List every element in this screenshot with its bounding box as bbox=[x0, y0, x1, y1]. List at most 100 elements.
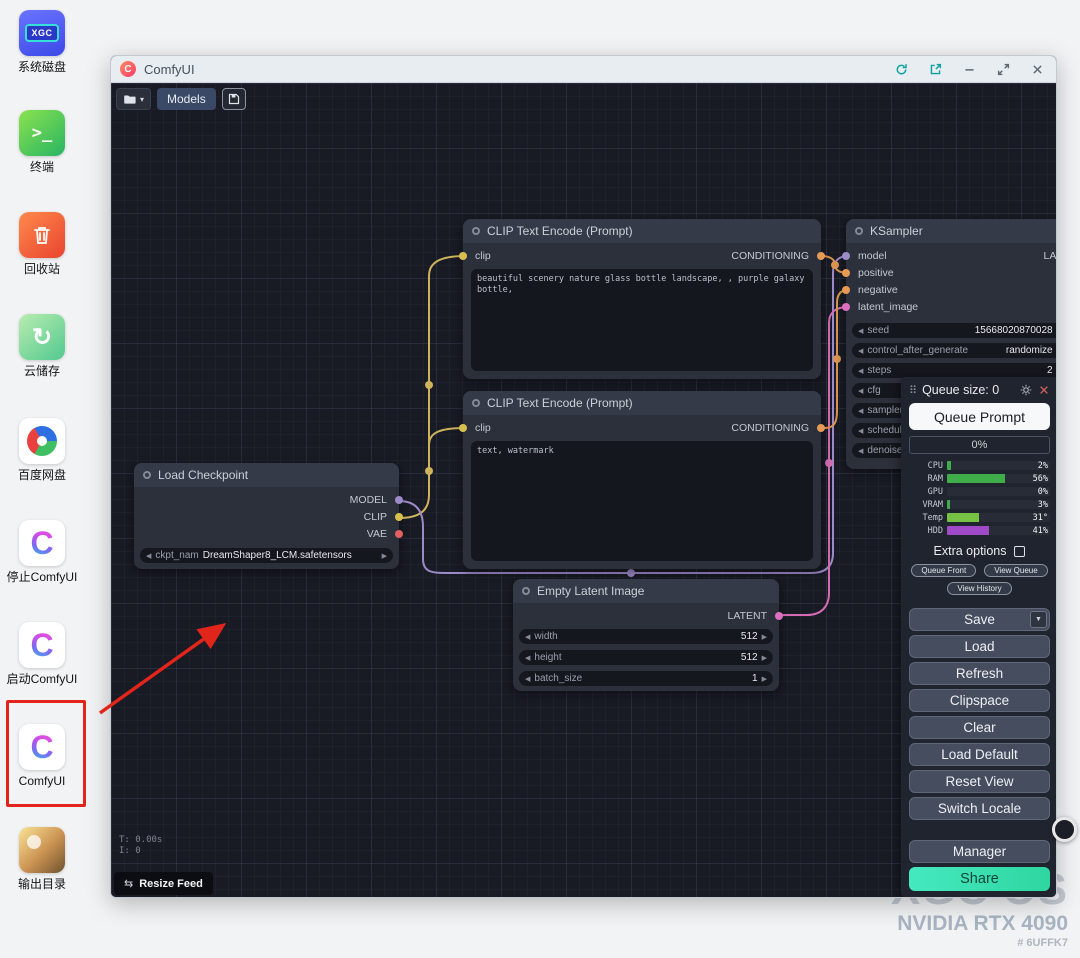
ckpt-name-widget[interactable]: ◀ ckpt_nam DreamShaper8_LCM.safetensors … bbox=[140, 548, 393, 563]
collapse-dot[interactable] bbox=[522, 587, 530, 595]
prev-arrow-icon[interactable]: ◀ bbox=[858, 407, 863, 415]
latent-image-input-socket[interactable] bbox=[842, 303, 850, 311]
node-header[interactable]: Empty Latent Image bbox=[513, 579, 779, 603]
desktop: XGC 系统磁盘 >_ 终端 回收站 ↻ 云储存 百度网盘 C 停止ComfyU… bbox=[0, 0, 1080, 958]
desktop-icon-recycle-bin[interactable]: 回收站 bbox=[0, 212, 84, 276]
refresh-icon[interactable] bbox=[894, 62, 908, 76]
latent-output-socket[interactable] bbox=[775, 612, 783, 620]
prompt-textarea[interactable]: text, watermark bbox=[471, 441, 813, 561]
load-default-button[interactable]: Load Default bbox=[909, 743, 1050, 766]
save-dropdown-caret[interactable]: ▼ bbox=[1030, 611, 1047, 628]
conditioning-output-socket[interactable] bbox=[817, 424, 825, 432]
prev-arrow-icon[interactable]: ◀ bbox=[858, 427, 863, 435]
desktop-icon-cloud-storage[interactable]: ↻ 云储存 bbox=[0, 314, 84, 378]
view-queue-button[interactable]: View Queue bbox=[984, 564, 1047, 577]
collapse-dot[interactable] bbox=[472, 227, 480, 235]
manager-button[interactable]: Manager bbox=[909, 840, 1050, 863]
desktop-icon-stop-comfyui[interactable]: C 停止ComfyUI bbox=[0, 520, 84, 584]
gear-icon[interactable] bbox=[1019, 384, 1032, 397]
queue-prompt-button[interactable]: Queue Prompt bbox=[909, 403, 1050, 430]
workflow-folder-button[interactable]: ▾ bbox=[116, 88, 151, 110]
node-clip-text-encode-negative[interactable]: CLIP Text Encode (Prompt) clip CONDITION… bbox=[463, 391, 821, 569]
window-titlebar[interactable]: C ComfyUI bbox=[111, 56, 1056, 83]
refresh-button[interactable]: Refresh bbox=[909, 662, 1050, 685]
model-output-socket[interactable] bbox=[395, 496, 403, 504]
desktop-icon-system-disk[interactable]: XGC 系统磁盘 bbox=[0, 10, 84, 74]
reset-view-button[interactable]: Reset View bbox=[909, 770, 1050, 793]
positive-input-socket[interactable] bbox=[842, 269, 850, 277]
next-arrow-icon[interactable]: ▶ bbox=[762, 654, 767, 662]
clip-output-socket[interactable] bbox=[395, 513, 403, 521]
next-arrow-icon[interactable]: ▶ bbox=[762, 633, 767, 641]
stat-row-temp: Temp 31° bbox=[909, 512, 1050, 523]
prev-arrow-icon[interactable]: ◀ bbox=[525, 675, 530, 683]
node-header[interactable]: CLIP Text Encode (Prompt) bbox=[463, 391, 821, 415]
desktop-icon-baidu-netdisk[interactable]: 百度网盘 bbox=[0, 418, 84, 482]
prev-arrow-icon[interactable]: ◀ bbox=[858, 387, 863, 395]
next-arrow-icon[interactable]: ▶ bbox=[762, 675, 767, 683]
desktop-icon-label: 输出目录 bbox=[0, 878, 84, 891]
prompt-textarea[interactable]: beautiful scenery nature glass bottle la… bbox=[471, 269, 813, 371]
save-workflow-button[interactable] bbox=[222, 88, 246, 110]
prev-arrow-icon[interactable]: ◀ bbox=[858, 447, 863, 455]
switch-locale-button[interactable]: Switch Locale bbox=[909, 797, 1050, 820]
latent-output: LATENT bbox=[1044, 247, 1056, 264]
prev-arrow-icon[interactable]: ◀ bbox=[858, 327, 863, 335]
node-load-checkpoint[interactable]: Load Checkpoint MODEL CLIP VAE bbox=[134, 463, 399, 569]
desktop-icon-terminal[interactable]: >_ 终端 bbox=[0, 110, 84, 174]
prev-arrow-icon[interactable]: ◀ bbox=[146, 552, 151, 560]
close-icon[interactable] bbox=[1037, 384, 1050, 397]
share-button[interactable]: Share bbox=[909, 867, 1050, 891]
collapse-dot[interactable] bbox=[143, 471, 151, 479]
save-button[interactable]: Save bbox=[909, 608, 1050, 631]
input-label: model bbox=[858, 250, 887, 262]
control-after-generate-widget[interactable]: ◀ control_after_generate randomize ▶ bbox=[852, 343, 1056, 358]
node-title: Empty Latent Image bbox=[537, 584, 644, 598]
node-clip-text-encode-positive[interactable]: CLIP Text Encode (Prompt) clip CONDITION… bbox=[463, 219, 821, 379]
collapse-dot[interactable] bbox=[855, 227, 863, 235]
menu-drag-knob[interactable] bbox=[1052, 817, 1077, 842]
collapse-dot[interactable] bbox=[472, 399, 480, 407]
prev-arrow-icon[interactable]: ◀ bbox=[858, 367, 863, 375]
conditioning-output-socket[interactable] bbox=[817, 252, 825, 260]
extra-options-checkbox[interactable] bbox=[1014, 546, 1025, 557]
desktop-icon-comfyui[interactable]: C ComfyUI bbox=[0, 724, 84, 788]
maximize-icon[interactable] bbox=[996, 62, 1010, 76]
minimize-icon[interactable] bbox=[962, 62, 976, 76]
desktop-icon-output-dir[interactable]: 输出目录 bbox=[0, 827, 84, 891]
next-arrow-icon[interactable]: ▶ bbox=[382, 552, 387, 560]
clip-input-socket[interactable] bbox=[459, 424, 467, 432]
batch-size-widget[interactable]: ◀ batch_size 1 ▶ bbox=[519, 671, 773, 686]
negative-input-socket[interactable] bbox=[842, 286, 850, 294]
model-input-socket[interactable] bbox=[842, 252, 850, 260]
input-label: negative bbox=[858, 284, 898, 296]
node-empty-latent-image[interactable]: Empty Latent Image LATENT ◀ width 512 ▶ bbox=[513, 579, 779, 691]
desktop-icon-start-comfyui[interactable]: C 启动ComfyUI bbox=[0, 622, 84, 686]
load-button[interactable]: Load bbox=[909, 635, 1050, 658]
open-external-icon[interactable] bbox=[928, 62, 942, 76]
node-header[interactable]: CLIP Text Encode (Prompt) bbox=[463, 219, 821, 243]
drag-handle-icon[interactable]: ⠿ bbox=[909, 384, 917, 397]
clear-button[interactable]: Clear bbox=[909, 716, 1050, 739]
prev-arrow-icon[interactable]: ◀ bbox=[525, 633, 530, 641]
close-icon[interactable] bbox=[1030, 62, 1044, 76]
trash-icon bbox=[19, 212, 65, 258]
height-widget[interactable]: ◀ height 512 ▶ bbox=[519, 650, 773, 665]
widget-label: height bbox=[534, 652, 561, 663]
view-history-button[interactable]: View History bbox=[947, 582, 1011, 595]
node-header[interactable]: Load Checkpoint bbox=[134, 463, 399, 487]
vae-output-socket[interactable] bbox=[395, 530, 403, 538]
width-widget[interactable]: ◀ width 512 ▶ bbox=[519, 629, 773, 644]
steps-widget[interactable]: ◀ steps 2 ▶ bbox=[852, 363, 1056, 378]
clip-input-socket[interactable] bbox=[459, 252, 467, 260]
clipspace-button[interactable]: Clipspace bbox=[909, 689, 1050, 712]
seed-widget[interactable]: ◀ seed 15668020870028 ▶ bbox=[852, 323, 1056, 338]
perf-readout: T: 0.00s I: 0 bbox=[119, 835, 162, 857]
queue-front-button[interactable]: Queue Front bbox=[911, 564, 976, 577]
node-graph-canvas[interactable]: ▾ Models Load Checkpoint MODEL bbox=[111, 83, 1056, 898]
prev-arrow-icon[interactable]: ◀ bbox=[525, 654, 530, 662]
resize-feed-button[interactable]: ⇆ Resize Feed bbox=[114, 872, 213, 895]
models-button[interactable]: Models bbox=[157, 88, 216, 110]
node-header[interactable]: KSampler bbox=[846, 219, 1056, 243]
prev-arrow-icon[interactable]: ◀ bbox=[858, 347, 863, 355]
